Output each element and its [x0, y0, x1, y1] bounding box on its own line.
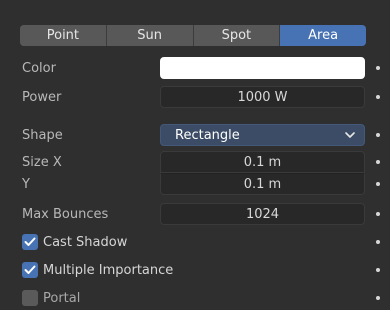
keyframe-dot-icon[interactable]	[376, 212, 380, 216]
size-y-label: Y	[22, 176, 30, 192]
cast-shadow-row: Cast Shadow	[0, 231, 390, 253]
size-y-row: Y 0.1 m	[0, 173, 390, 195]
tab-area[interactable]: Area	[280, 25, 366, 46]
color-label: Color	[22, 60, 56, 76]
checkmark-icon	[24, 265, 36, 274]
max-bounces-field[interactable]: 1024	[160, 203, 365, 225]
light-properties-panel: Point Sun Spot Area Color Power 1000 W S…	[0, 0, 390, 310]
cast-shadow-label[interactable]: Cast Shadow	[43, 231, 127, 253]
power-field[interactable]: 1000 W	[160, 86, 365, 108]
shape-row: Shape Rectangle	[0, 124, 390, 146]
tab-point[interactable]: Point	[20, 25, 107, 46]
light-type-tabs: Point Sun Spot Area	[20, 25, 366, 46]
portal-label[interactable]: Portal	[43, 287, 80, 309]
tab-spot[interactable]: Spot	[193, 25, 281, 46]
color-row: Color	[0, 57, 390, 79]
keyframe-dot-icon[interactable]	[376, 95, 380, 99]
multiple-importance-row: Multiple Importance	[0, 259, 390, 281]
keyframe-dot-icon[interactable]	[376, 133, 380, 137]
shape-dropdown[interactable]: Rectangle	[160, 124, 365, 146]
tab-sun[interactable]: Sun	[106, 25, 194, 46]
size-y-field[interactable]: 0.1 m	[160, 173, 365, 195]
max-bounces-label: Max Bounces	[22, 206, 109, 222]
power-row: Power 1000 W	[0, 86, 390, 108]
shape-label: Shape	[22, 127, 63, 143]
size-x-field[interactable]: 0.1 m	[160, 151, 365, 173]
chevron-down-icon	[344, 129, 356, 141]
shape-value: Rectangle	[175, 127, 240, 143]
multiple-importance-label[interactable]: Multiple Importance	[43, 259, 173, 281]
checkmark-icon	[24, 237, 36, 246]
size-x-label: Size X	[22, 154, 62, 170]
portal-row: Portal	[0, 287, 390, 309]
portal-checkbox[interactable]	[22, 290, 38, 306]
max-bounces-row: Max Bounces 1024	[0, 203, 390, 225]
multiple-importance-checkbox[interactable]	[22, 262, 38, 278]
keyframe-dot-icon[interactable]	[376, 268, 380, 272]
keyframe-dot-icon[interactable]	[376, 182, 380, 186]
keyframe-dot-icon[interactable]	[376, 240, 380, 244]
keyframe-dot-icon[interactable]	[376, 66, 380, 70]
cast-shadow-checkbox[interactable]	[22, 234, 38, 250]
power-label: Power	[22, 89, 62, 105]
keyframe-dot-icon[interactable]	[376, 160, 380, 164]
color-swatch[interactable]	[160, 57, 365, 79]
size-x-row: Size X 0.1 m	[0, 151, 390, 173]
keyframe-dot-icon[interactable]	[376, 296, 380, 300]
